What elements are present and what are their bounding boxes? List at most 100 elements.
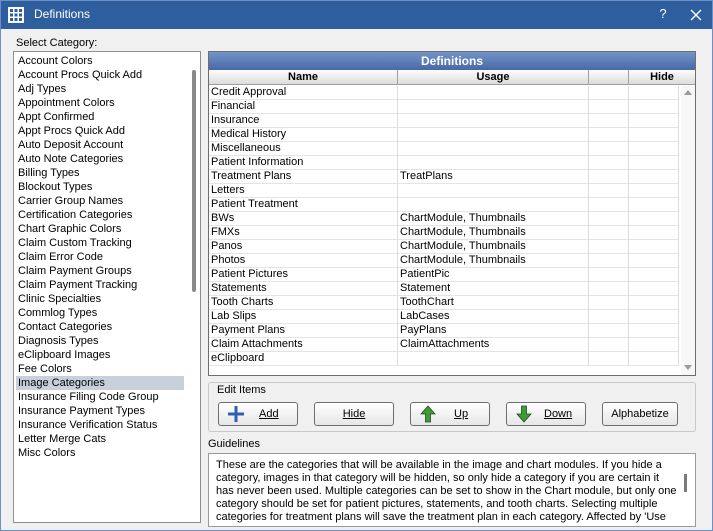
table-row[interactable]: Insurance [209, 114, 679, 128]
category-item[interactable]: Insurance Payment Types [16, 404, 184, 418]
table-row[interactable]: Letters [209, 184, 679, 198]
scroll-down-icon[interactable] [684, 365, 692, 370]
table-row[interactable]: FMXs ChartModule, Thumbnails [209, 226, 679, 240]
cell-hide [629, 128, 679, 142]
category-item[interactable]: Billing Types [16, 166, 184, 180]
category-item[interactable]: Appointment Colors [16, 96, 184, 110]
cell-blank [589, 100, 629, 114]
column-header-name[interactable]: Name [209, 70, 398, 85]
cell-blank [589, 128, 629, 142]
cell-blank [589, 338, 629, 352]
up-button[interactable]: Up [410, 402, 490, 426]
cell-blank [589, 184, 629, 198]
column-header-hide[interactable]: Hide [629, 70, 695, 85]
cell-name: FMXs [209, 226, 398, 240]
cell-hide [629, 212, 679, 226]
table-row[interactable]: Financial [209, 100, 679, 114]
column-header-usage[interactable]: Usage [398, 70, 589, 85]
hide-button-label: Hide [342, 408, 366, 420]
table-row[interactable]: Credit Approval [209, 86, 679, 100]
cell-name: BWs [209, 212, 398, 226]
category-item[interactable]: Auto Deposit Account [16, 138, 184, 152]
cell-hide [629, 268, 679, 282]
table-row[interactable]: eClipboard [209, 352, 679, 366]
category-item[interactable]: Certification Categories [16, 208, 184, 222]
table-row[interactable]: Panos ChartModule, Thumbnails [209, 240, 679, 254]
cell-name: Claim Attachments [209, 338, 398, 352]
cell-usage [398, 198, 589, 212]
scroll-up-icon[interactable] [684, 90, 692, 95]
table-row[interactable]: Medical History [209, 128, 679, 142]
add-button[interactable]: Add [218, 402, 298, 426]
cell-hide [629, 352, 679, 366]
category-item[interactable]: Chart Graphic Colors [16, 222, 184, 236]
category-item[interactable]: Claim Payment Groups [16, 264, 184, 278]
category-list[interactable]: Account Colors Account Procs Quick Add Adj… [13, 51, 201, 523]
category-item[interactable]: Claim Error Code [16, 250, 184, 264]
grid-scrollbar[interactable] [681, 86, 695, 375]
category-item[interactable]: Misc Colors [16, 446, 184, 460]
cell-name: Payment Plans [209, 324, 398, 338]
hide-button[interactable]: Hide [314, 402, 394, 426]
cell-blank [589, 142, 629, 156]
cell-usage [398, 114, 589, 128]
category-item[interactable]: Appt Confirmed [16, 110, 184, 124]
category-item[interactable]: Carrier Group Names [16, 194, 184, 208]
cell-name: eClipboard [209, 352, 398, 366]
cell-name: Tooth Charts [209, 296, 398, 310]
table-row[interactable]: Miscellaneous [209, 142, 679, 156]
cell-usage: PayPlans [398, 324, 589, 338]
category-item[interactable]: Insurance Verification Status [16, 418, 184, 432]
table-row[interactable]: Treatment Plans TreatPlans [209, 170, 679, 184]
category-item[interactable]: Blockout Types [16, 180, 184, 194]
down-button[interactable]: Down [506, 402, 586, 426]
cell-blank [589, 86, 629, 100]
grid-title: Definitions [209, 52, 695, 70]
guidelines-scrollbar[interactable] [684, 474, 687, 492]
table-row[interactable]: Patient Treatment [209, 198, 679, 212]
cell-blank [589, 114, 629, 128]
cell-blank [589, 310, 629, 324]
close-icon[interactable] [687, 6, 705, 24]
category-item[interactable]: Claim Custom Tracking [16, 236, 184, 250]
grid-header: Name Usage Hide [209, 70, 695, 85]
category-item[interactable]: Account Procs Quick Add [16, 68, 184, 82]
category-item[interactable]: Letter Merge Cats [16, 432, 184, 446]
cell-name: Insurance [209, 114, 398, 128]
category-item[interactable]: Commlog Types [16, 306, 184, 320]
table-row[interactable]: BWs ChartModule, Thumbnails [209, 212, 679, 226]
help-button[interactable]: ? [655, 6, 671, 24]
table-row[interactable]: Patient Pictures PatientPic [209, 268, 679, 282]
guidelines-box[interactable]: These are the categories that will be av… [208, 453, 696, 527]
category-list-scrollbar[interactable] [192, 70, 196, 292]
table-row[interactable]: Claim Attachments ClaimAttachments [209, 338, 679, 352]
category-item[interactable]: Diagnosis Types [16, 334, 184, 348]
category-item[interactable]: Insurance Filing Code Group [16, 390, 184, 404]
category-item[interactable]: Auto Note Categories [16, 152, 184, 166]
table-row[interactable]: Lab Slips LabCases [209, 310, 679, 324]
category-item[interactable]: Contact Categories [16, 320, 184, 334]
category-item[interactable]: Claim Payment Tracking [16, 278, 184, 292]
table-row[interactable]: Patient Information [209, 156, 679, 170]
category-item[interactable]: Account Colors [16, 54, 184, 68]
alphabetize-button[interactable]: Alphabetize [602, 402, 678, 426]
cell-name: Treatment Plans [209, 170, 398, 184]
cell-hide [629, 254, 679, 268]
column-header-blank[interactable] [589, 70, 629, 85]
category-item[interactable]: Fee Colors [16, 362, 184, 376]
category-item[interactable]: Image Categories [16, 376, 184, 390]
cell-hide [629, 324, 679, 338]
table-row[interactable]: Photos ChartModule, Thumbnails [209, 254, 679, 268]
category-item[interactable]: eClipboard Images [16, 348, 184, 362]
table-row[interactable]: Tooth Charts ToothChart [209, 296, 679, 310]
category-item[interactable]: Clinic Specialties [16, 292, 184, 306]
cell-usage: ToothChart [398, 296, 589, 310]
cell-hide [629, 142, 679, 156]
category-item[interactable]: Adj Types [16, 82, 184, 96]
cell-name: Medical History [209, 128, 398, 142]
cell-blank [589, 352, 629, 366]
table-row[interactable]: Payment Plans PayPlans [209, 324, 679, 338]
cell-blank [589, 226, 629, 240]
category-item[interactable]: Appt Procs Quick Add [16, 124, 184, 138]
table-row[interactable]: Statements Statement [209, 282, 679, 296]
